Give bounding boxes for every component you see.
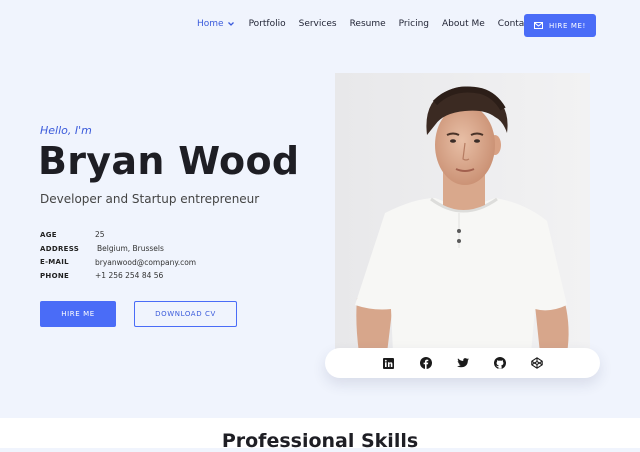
nav-item-services[interactable]: Services (299, 19, 337, 29)
nav-item-about-me[interactable]: About Me (442, 19, 485, 29)
linkedin-icon[interactable] (382, 357, 395, 370)
info-label: E-MAIL (40, 258, 69, 267)
github-icon[interactable] (493, 357, 506, 370)
envelope-icon (534, 22, 544, 29)
skills-title: Professional Skills (221, 430, 419, 452)
download-cv-button[interactable]: DOWNLOAD CV (134, 301, 237, 327)
top-navigation: Home Portfolio Services Resume Pricing A… (0, 0, 640, 50)
info-label: AGE (40, 230, 57, 239)
hire-me-button[interactable]: HIRE ME (40, 301, 116, 327)
personal-info: AGE 25 ADDRESS Belgium, Brussels E-MAIL … (40, 228, 196, 283)
hire-me-nav-button[interactable]: HIRE ME! (524, 14, 596, 37)
social-links-bar (325, 348, 600, 378)
hero-subtitle: Developer and Startup entrepreneur (40, 192, 260, 206)
nav-item-home-label: Home (197, 19, 224, 29)
info-label: PHONE (40, 271, 70, 280)
info-value[interactable]: +1 256 254 84 56 (95, 271, 163, 280)
info-value: Belgium, Brussels (97, 244, 164, 254)
info-row-age: AGE 25 (40, 228, 196, 242)
info-row-email: E-MAIL bryanwood@company.com (40, 255, 196, 269)
nav-links: Home Portfolio Services Resume Pricing A… (197, 19, 551, 29)
greeting: Hello, I'm (40, 124, 92, 137)
nav-item-portfolio[interactable]: Portfolio (249, 19, 286, 29)
twitter-icon[interactable] (456, 357, 469, 370)
profile-photo (335, 73, 590, 353)
portrait-illustration (335, 73, 590, 353)
hero-name: Bryan Wood (38, 139, 300, 183)
facebook-icon[interactable] (419, 357, 432, 370)
hire-me-nav-label: HIRE ME! (549, 21, 586, 30)
chevron-down-icon (227, 21, 234, 26)
nav-item-resume[interactable]: Resume (350, 19, 386, 29)
nav-item-pricing[interactable]: Pricing (399, 19, 429, 29)
info-row-address: ADDRESS Belgium, Brussels (40, 242, 196, 256)
codepen-icon[interactable] (530, 357, 543, 370)
info-value[interactable]: bryanwood@company.com (95, 258, 196, 267)
info-row-phone: PHONE +1 256 254 84 56 (40, 269, 196, 283)
info-value: 25 (95, 230, 105, 240)
info-label: ADDRESS (40, 244, 80, 253)
nav-item-home[interactable]: Home (197, 19, 236, 29)
